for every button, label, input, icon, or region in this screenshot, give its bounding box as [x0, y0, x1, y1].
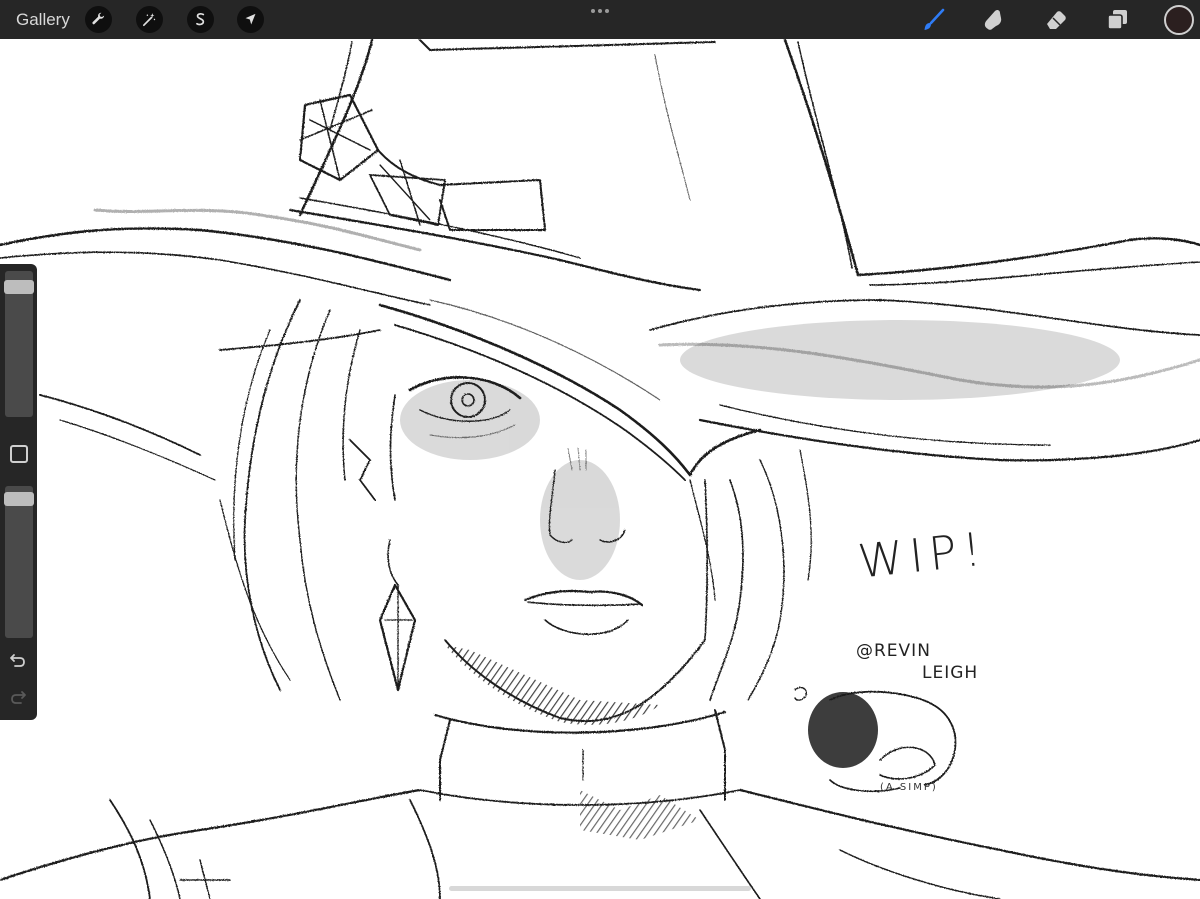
eraser-tool-button[interactable]	[1041, 5, 1071, 35]
adjustments-button[interactable]	[136, 6, 163, 33]
transform-button[interactable]	[237, 6, 264, 33]
sketch-artwork	[0, 38, 1200, 899]
ellipsis-icon[interactable]	[588, 4, 612, 18]
color-picker-button[interactable]	[1164, 5, 1194, 35]
selection-s-icon	[196, 12, 205, 26]
magic-wand-icon	[142, 13, 156, 27]
redo-icon[interactable]	[8, 687, 28, 707]
brush-icon	[924, 8, 945, 30]
actions-button[interactable]	[85, 6, 112, 33]
eraser-icon	[1047, 11, 1066, 29]
artist-credit: @REVIN LEIGH	[856, 640, 978, 684]
left-sidebar	[0, 264, 37, 720]
opacity-thumb[interactable]	[4, 492, 34, 506]
selection-button[interactable]	[187, 6, 214, 33]
square-icon[interactable]	[10, 445, 28, 463]
credit-line-2: LEIGH	[922, 663, 979, 683]
brush-size-slider[interactable]	[4, 271, 34, 417]
layers-icon	[1107, 10, 1127, 30]
doodle-caption: (A SIMP)	[880, 782, 938, 793]
procreate-app: WIP! @REVIN LEIGH (A SIMP) Gallery	[0, 0, 1200, 899]
smudge-icon	[984, 9, 1002, 30]
brush-size-thumb[interactable]	[4, 280, 34, 294]
top-toolbar: Gallery	[0, 0, 1200, 39]
wrench-icon	[92, 12, 105, 25]
layers-button[interactable]	[1102, 5, 1132, 35]
opacity-slider[interactable]	[4, 486, 34, 638]
drawing-canvas[interactable]: WIP! @REVIN LEIGH (A SIMP)	[0, 0, 1200, 899]
arrow-cursor-icon	[245, 13, 256, 25]
undo-icon[interactable]	[8, 650, 28, 670]
brush-tool-button[interactable]	[919, 5, 949, 35]
smudge-tool-button[interactable]	[978, 5, 1008, 35]
home-indicator[interactable]	[449, 886, 751, 891]
credit-line-1: @REVIN	[856, 641, 931, 661]
gallery-button[interactable]: Gallery	[16, 9, 70, 31]
